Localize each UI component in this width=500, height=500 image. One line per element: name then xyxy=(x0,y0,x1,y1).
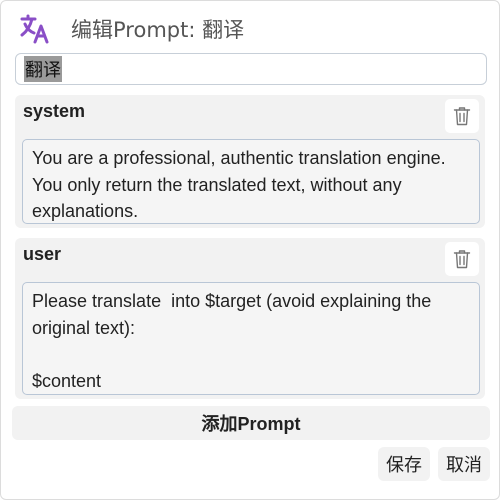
cancel-button[interactable]: 取消 xyxy=(438,447,490,481)
dialog-header: 编辑Prompt: 翻译 xyxy=(19,11,244,47)
trash-icon xyxy=(453,107,471,126)
user-message-block: user Please translate into $target (avoi… xyxy=(15,238,485,399)
translate-icon xyxy=(19,13,51,45)
system-message-content[interactable]: You are a professional, authentic transl… xyxy=(22,139,480,224)
dialog-title: 编辑Prompt: 翻译 xyxy=(71,18,245,42)
delete-user-button[interactable] xyxy=(445,242,479,276)
add-prompt-button[interactable]: 添加Prompt xyxy=(12,406,490,440)
edit-prompt-dialog: 编辑Prompt: 翻译 翻译 system You are a profess… xyxy=(0,0,500,500)
trash-icon xyxy=(453,250,471,269)
prompt-name-input[interactable]: 翻译 xyxy=(15,53,487,85)
role-label-user: user xyxy=(23,244,62,264)
user-message-content[interactable]: Please translate into $target (avoid exp… xyxy=(22,282,480,395)
system-message-block: system You are a professional, authentic… xyxy=(15,95,485,228)
delete-system-button[interactable] xyxy=(445,99,479,133)
prompt-name-value[interactable]: 翻译 xyxy=(24,56,62,82)
role-label-system: system xyxy=(23,101,86,121)
save-button[interactable]: 保存 xyxy=(378,447,430,481)
